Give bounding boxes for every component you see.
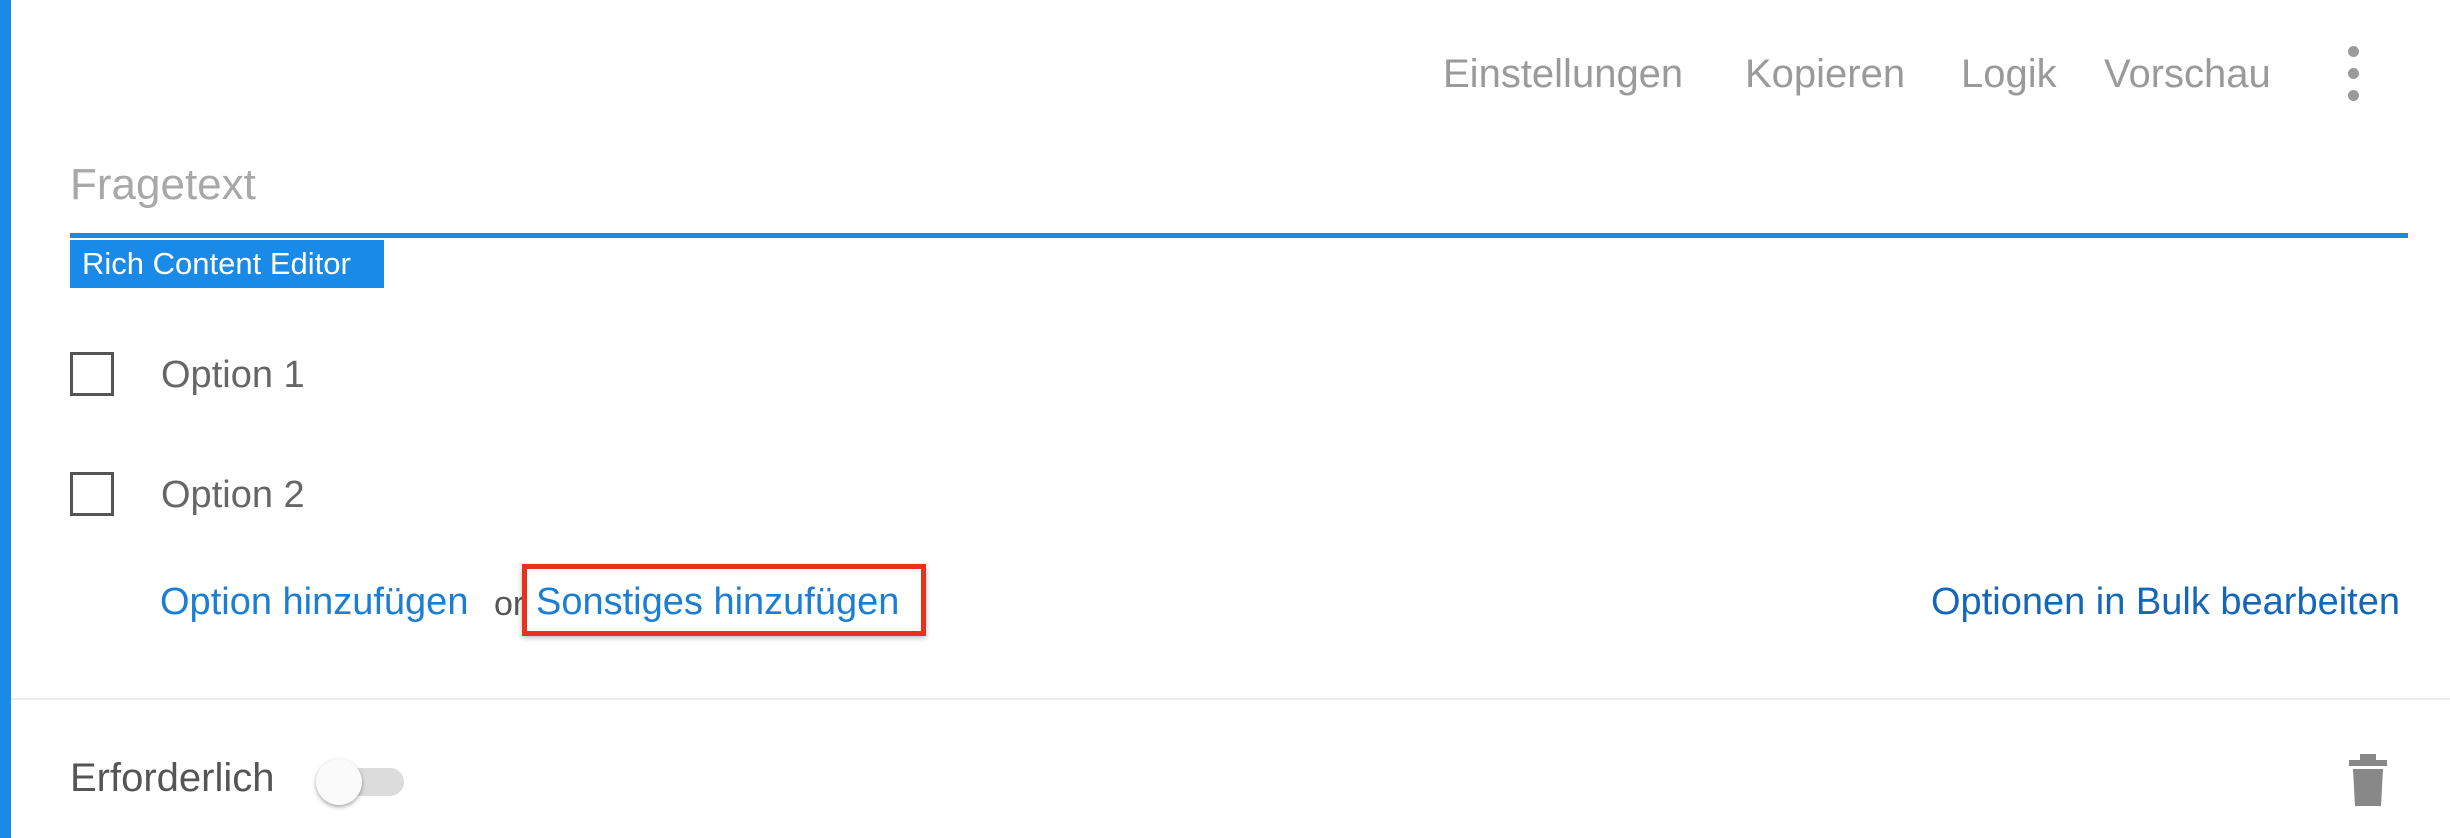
or-separator: or	[494, 585, 525, 623]
preview-button[interactable]: Vorschau	[2104, 44, 2271, 104]
logic-button[interactable]: Logik	[1961, 44, 2057, 104]
question-underline	[70, 233, 2408, 238]
question-card: Einstellungen Kopieren Logik Vorschau Ri…	[0, 0, 2450, 838]
option-label[interactable]: Option 2	[161, 467, 305, 523]
trash-icon[interactable]	[2346, 752, 2390, 808]
question-text-field	[70, 145, 2408, 238]
toggle-knob	[316, 759, 362, 805]
add-other-link[interactable]: Sonstiges hinzufügen	[536, 572, 899, 632]
copy-button[interactable]: Kopieren	[1745, 44, 1905, 104]
option-checkbox[interactable]	[70, 352, 114, 396]
active-accent-bar	[0, 0, 11, 838]
option-checkbox[interactable]	[70, 472, 114, 516]
settings-button[interactable]: Einstellungen	[1443, 44, 1683, 104]
required-label: Erforderlich	[70, 756, 275, 800]
bulk-edit-options-link[interactable]: Optionen in Bulk bearbeiten	[1931, 572, 2400, 632]
question-text-input[interactable]	[70, 145, 2408, 225]
footer-divider	[11, 698, 2450, 700]
option-row: Option 1	[70, 352, 870, 402]
add-option-link[interactable]: Option hinzufügen	[160, 572, 468, 632]
more-vert-icon[interactable]	[2334, 44, 2374, 104]
option-label[interactable]: Option 1	[161, 347, 305, 403]
rich-content-editor-button[interactable]: Rich Content Editor	[70, 240, 384, 288]
option-row: Option 2	[70, 472, 870, 522]
required-toggle[interactable]	[312, 756, 408, 806]
